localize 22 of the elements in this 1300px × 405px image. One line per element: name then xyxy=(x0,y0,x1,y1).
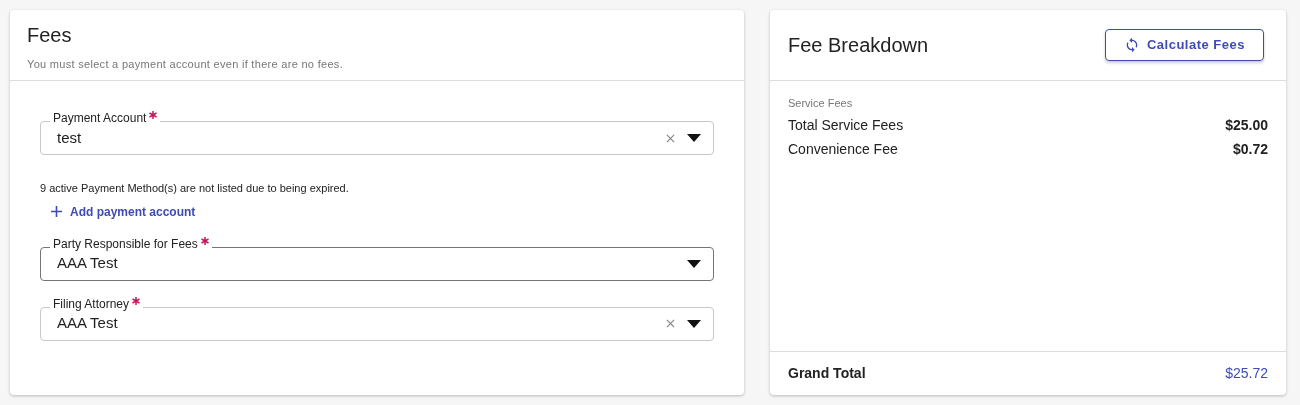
select-value: test xyxy=(57,127,83,148)
select-value: AAA Test xyxy=(57,313,119,334)
fee-label: Total Service Fees xyxy=(788,115,904,135)
fee-amount: $0.72 xyxy=(1232,139,1268,159)
section-label: Service Fees xyxy=(788,96,854,111)
dropdown-caret-icon[interactable] xyxy=(687,259,701,268)
expired-note: 9 active Payment Method(s) are not listed due to being expired. xyxy=(40,181,350,196)
add-payment-account-link[interactable]: Add payment account xyxy=(51,202,196,221)
plus-icon xyxy=(51,206,62,217)
grand-total-amount: $25.72 xyxy=(1225,364,1268,383)
dropdown-caret-icon[interactable] xyxy=(687,134,701,142)
card-subtitle: You must select a payment account even if there are no fees. xyxy=(27,57,344,72)
fee-label: Convenience Fee xyxy=(788,139,898,159)
card-title: Fees xyxy=(27,23,73,48)
calculate-fees-button[interactable]: Calculate Fees xyxy=(1104,29,1264,61)
card-title: Fee Breakdown xyxy=(788,33,929,58)
select-value: AAA Test xyxy=(57,253,119,274)
fee-amount: $25.00 xyxy=(1225,115,1268,135)
dropdown-caret-icon[interactable] xyxy=(687,319,701,328)
clear-icon[interactable] xyxy=(666,319,675,328)
clear-icon[interactable] xyxy=(666,133,675,143)
grand-total-label: Grand Total xyxy=(788,364,866,383)
